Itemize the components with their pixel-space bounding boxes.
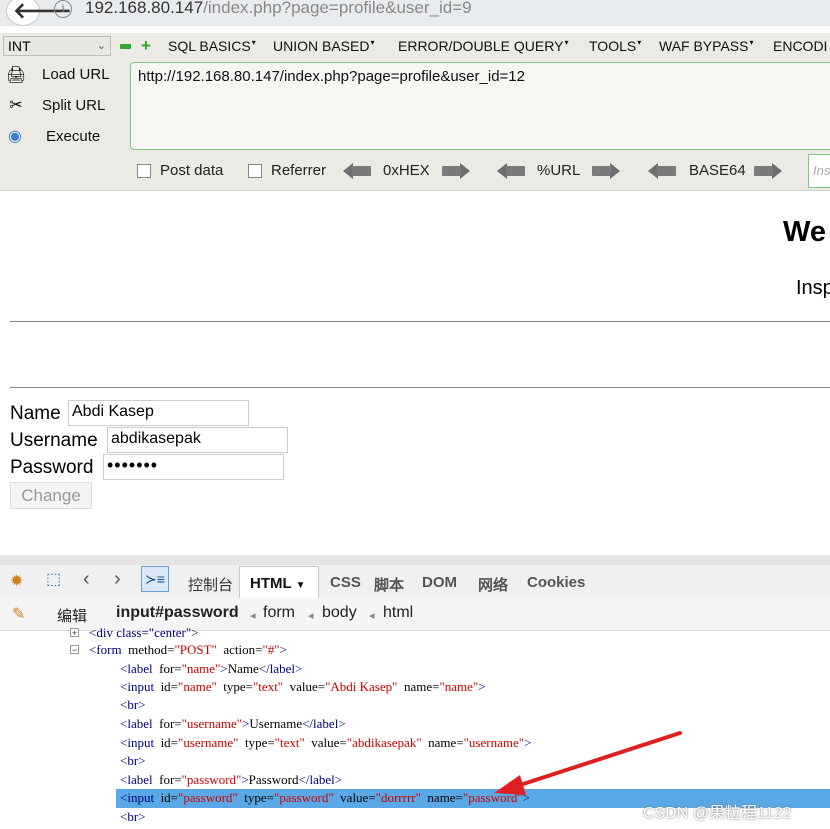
page-heading: We	[783, 216, 826, 248]
increase-icon[interactable]: +	[141, 37, 151, 54]
address-url[interactable]: 192.168.80.147/index.php?page=profile&us…	[85, 0, 472, 18]
post-data-checkbox[interactable]	[137, 164, 151, 178]
username-input[interactable]: abdikasepak	[107, 427, 288, 453]
split-url-icon[interactable]: ✂	[6, 96, 26, 116]
url-path: /index.php?page=profile&user_id=9	[203, 0, 472, 17]
url-encoding-label: %URL	[537, 162, 581, 179]
menu-encoding[interactable]: ENCODI	[773, 38, 827, 54]
firebug-icon[interactable]: ✹	[10, 571, 23, 591]
edit-icon[interactable]: ✎	[12, 604, 25, 624]
annotation-arrow-icon	[494, 731, 682, 795]
inspect-icon[interactable]: ⬚	[46, 569, 61, 589]
breadcrumb-separator-icon: ◂	[250, 610, 256, 622]
insert-string-input[interactable]: Ins	[808, 154, 830, 188]
page-subtitle: Insp	[796, 277, 830, 299]
tab-console[interactable]: 控制台	[188, 574, 233, 595]
post-data-label: Post data	[160, 162, 224, 179]
code-br[interactable]: <br>	[120, 697, 146, 713]
code-username-input[interactable]: <input id="username" type="text" value="…	[120, 735, 531, 751]
watermark: CSDN @果粒程1122	[643, 805, 792, 822]
execute-button[interactable]: Execute	[46, 128, 100, 145]
code-br[interactable]: <br>	[120, 809, 146, 825]
devtools-splitter[interactable]	[0, 555, 830, 565]
load-url-icon[interactable]: 🖨	[6, 66, 26, 86]
devtools-toolbar	[0, 565, 830, 599]
command-editor-icon[interactable]: ≻≡	[141, 566, 169, 592]
base64-decode-arrow-icon[interactable]	[648, 163, 678, 179]
menu-waf-bypass[interactable]: WAF BYPASS▾	[659, 38, 753, 54]
decrease-icon[interactable]	[120, 44, 131, 49]
change-button[interactable]: Change	[10, 482, 92, 509]
code-name-input[interactable]: <input id="name" type="text" value="Abdi…	[120, 679, 486, 695]
url-encode-arrow-icon[interactable]	[590, 163, 620, 179]
breadcrumb-separator-icon: ◂	[308, 610, 314, 622]
base64-label: BASE64	[689, 162, 746, 179]
menu-union-based[interactable]: UNION BASED▾	[273, 38, 374, 54]
password-label: Password	[10, 457, 94, 478]
url-decode-arrow-icon[interactable]	[497, 163, 527, 179]
int-type-select[interactable]: INT ⌄	[3, 36, 111, 56]
name-label: Name	[10, 403, 61, 424]
tab-html[interactable]: HTML ▼	[239, 566, 319, 598]
url-textarea[interactable]: http://192.168.80.147/index.php?page=pro…	[130, 62, 830, 150]
load-url-button[interactable]: Load URL	[42, 66, 110, 83]
split-url-button[interactable]: Split URL	[42, 97, 105, 114]
code-password-input[interactable]: <input id="password" type="password" val…	[120, 790, 530, 806]
int-select-value: INT	[8, 38, 31, 54]
collapse-toggle-icon[interactable]: −	[70, 645, 79, 655]
breadcrumb-separator-icon: ◂	[369, 610, 375, 622]
hex-decode-arrow-icon[interactable]	[343, 163, 373, 179]
menu-sql-basics[interactable]: SQL BASICS▾	[168, 38, 256, 54]
referrer-label: Referrer	[271, 162, 327, 179]
code-username-label[interactable]: <label for="username">Username</label>	[120, 716, 346, 732]
tab-network[interactable]: 网络	[478, 574, 508, 595]
forward-nav-icon[interactable]: ›	[114, 568, 121, 591]
hex-label: 0xHEX	[383, 162, 430, 179]
tab-cookies[interactable]: Cookies	[527, 574, 585, 591]
back-nav-icon[interactable]: ‹	[83, 568, 90, 591]
breadcrumb-html[interactable]: html	[383, 604, 413, 622]
divider	[10, 387, 830, 388]
menu-error-double-query[interactable]: ERROR/DOUBLE QUERY▾	[398, 38, 568, 54]
info-icon[interactable]: i	[54, 0, 72, 18]
code-form-open[interactable]: <form method="POST" action="#">	[89, 642, 287, 658]
code-password-label[interactable]: <label for="password">Password</label>	[120, 772, 342, 788]
breadcrumb-form[interactable]: form	[263, 604, 295, 622]
execute-icon[interactable]: ◉	[5, 127, 25, 147]
breadcrumb-body[interactable]: body	[322, 604, 357, 622]
divider	[10, 321, 830, 322]
name-input[interactable]: Abdi Kasep	[68, 400, 249, 426]
tab-dom[interactable]: DOM	[422, 574, 457, 591]
expand-toggle-icon[interactable]: +	[70, 628, 79, 638]
password-input[interactable]: •••••••	[103, 454, 284, 480]
hex-encode-arrow-icon[interactable]	[440, 163, 470, 179]
code-br[interactable]: <br>	[120, 753, 146, 769]
tab-script[interactable]: 脚本	[374, 574, 404, 595]
username-label: Username	[10, 430, 98, 451]
chevron-down-icon: ▼	[295, 580, 306, 591]
edit-button[interactable]: 编辑	[57, 605, 87, 626]
url-host: 192.168.80.147	[85, 0, 204, 17]
breadcrumb-input-password[interactable]: input#password	[116, 604, 239, 622]
code-name-label[interactable]: <label for="name">Name</label>	[120, 661, 302, 677]
tab-css[interactable]: CSS	[330, 574, 361, 591]
menu-tools[interactable]: TOOLS▾	[589, 38, 641, 54]
base64-encode-arrow-icon[interactable]	[752, 163, 782, 179]
referrer-checkbox[interactable]	[248, 164, 262, 178]
chevron-down-icon: ⌄	[96, 40, 106, 52]
code-div-line[interactable]: <div class="center">	[89, 625, 199, 641]
